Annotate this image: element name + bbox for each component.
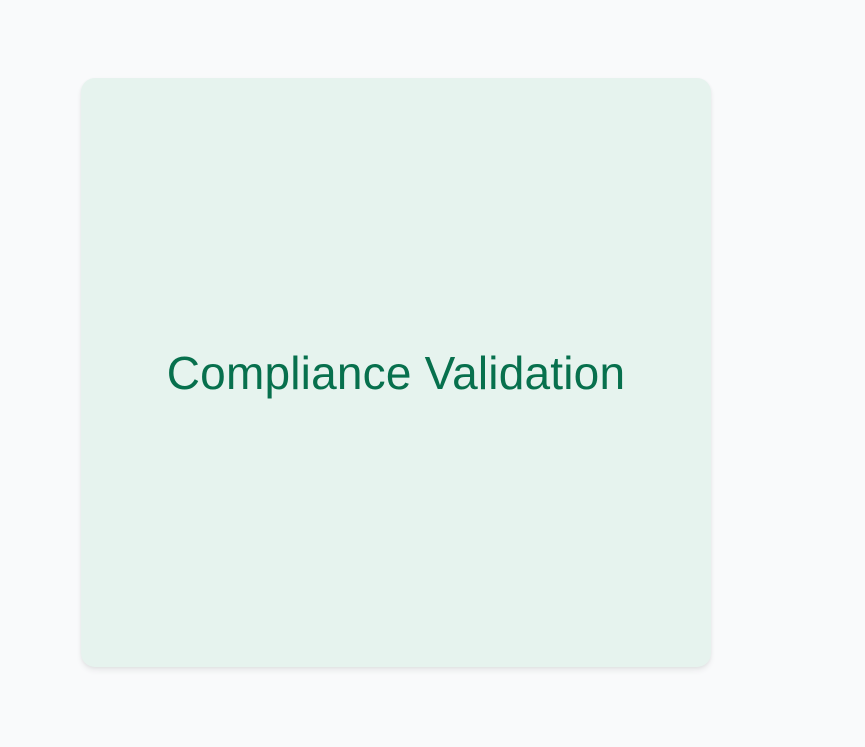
- compliance-validation-card[interactable]: Compliance Validation: [81, 78, 711, 667]
- card-title: Compliance Validation: [166, 346, 626, 399]
